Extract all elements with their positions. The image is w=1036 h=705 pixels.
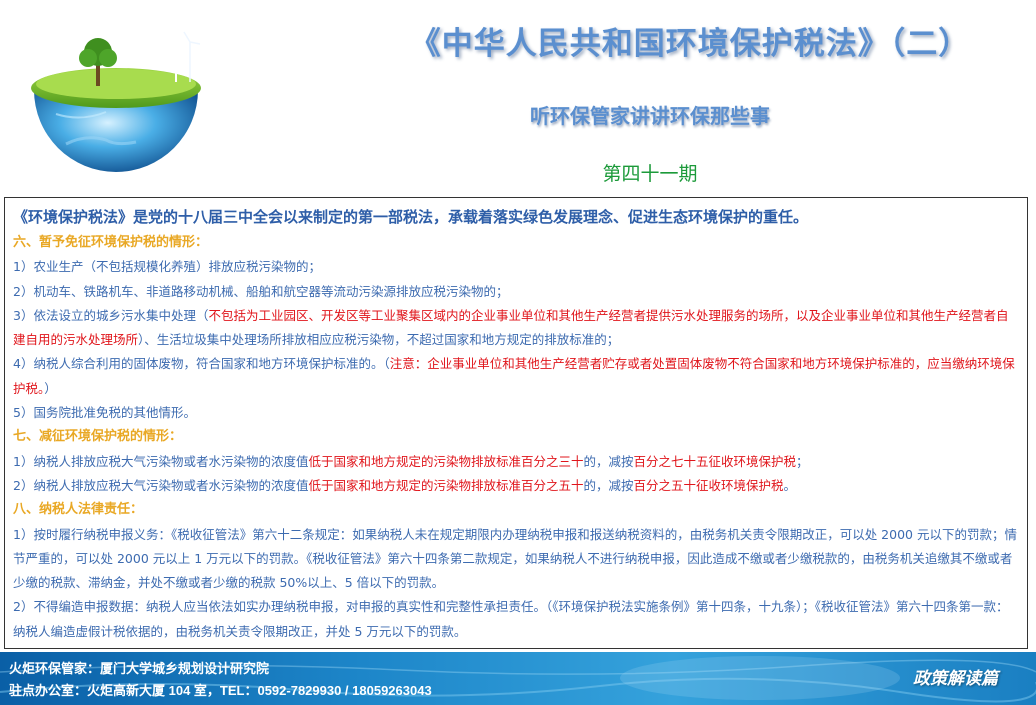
footer-category-tag: 政策解读篇 [913, 669, 998, 689]
list-item: 3）依法设立的城乡污水集中处理（不包括为工业园区、开发区等工业聚集区域内的企业事… [13, 304, 1019, 353]
item-highlight: 百分之五十征收环境保护税 [633, 477, 784, 493]
item-text: ）、生活垃圾集中处理场所排放相应应税污染物，不超过国家和地方规定的排放标准的； [138, 332, 620, 348]
list-item: 2）纳税人排放应税大气污染物或者水污染物的浓度值低于国家和地方规定的污染物排放标… [13, 474, 1019, 498]
item-highlight: 低于国家和地方规定的污染物排放标准百分之三十 [308, 453, 584, 469]
earth-globe-icon [31, 7, 201, 172]
item-text: 2）纳税人排放应税大气污染物或者水污染物的浓度值 [13, 477, 309, 493]
header: 《中华人民共和国环境保护税法》（二） 听环保管家讲讲环保那些事 第四十一期 [0, 0, 1036, 197]
item-text: ） [44, 380, 57, 396]
item-highlight: 低于国家和地方规定的污染物排放标准百分之五十 [308, 477, 584, 493]
footer-contact: 驻点办公室：火炬高新大厦 104 室，TEL：0592-7829930 / 18… [9, 683, 432, 698]
footer-banner: 火炬环保管家：厦门大学城乡规划设计研究院 驻点办公室：火炬高新大厦 104 室，… [0, 652, 1036, 705]
section-heading-8: 八、纳税人法律责任： [13, 502, 144, 518]
list-item: 4）纳税人综合利用的固体废物，符合国家和地方环境保护标准的。（注意：企业事业单位… [13, 352, 1019, 401]
footer-organization: 火炬环保管家：厦门大学城乡规划设计研究院 [9, 661, 270, 676]
section-heading-6: 六、暂予免征环境保护税的情形： [13, 235, 209, 250]
list-item: 1）纳税人排放应税大气污染物或者水污染物的浓度值低于国家和地方规定的污染物排放标… [13, 450, 1019, 474]
lead-paragraph: 《环境保护税法》是党的十八届三中全会以来制定的第一部税法，承载着落实绿色发展理念… [13, 208, 809, 226]
item-text: 1）纳税人排放应税大气污染物或者水污染物的浓度值 [13, 453, 309, 469]
item-highlight: 百分之七十五征收环境保护税 [633, 453, 797, 469]
list-item: 1）农业生产（不包括规模化养殖）排放应税污染物的； [13, 259, 321, 275]
list-item: 2）不得编造申报数据：纳税人应当依法如实办理纳税申报，对申报的真实性和完整性承担… [13, 599, 1009, 639]
item-text: ； [796, 453, 809, 469]
content-box: 《环境保护税法》是党的十八届三中全会以来制定的第一部税法，承载着落实绿色发展理念… [4, 197, 1028, 649]
list-item: 5）国务院批准免税的其他情形。 [13, 405, 196, 421]
item-text: 的，减按 [583, 453, 634, 469]
item-text: 的，减按 [583, 477, 634, 493]
item-text: 4）纳税人综合利用的固体废物，符合国家和地方环境保护标准的。（ [13, 356, 390, 372]
item-text: 。 [783, 477, 797, 493]
page-title: 《中华人民共和国环境保护税法》（二） [409, 26, 971, 62]
issue-number: 第四十一期 [602, 163, 698, 185]
page-subtitle: 听环保管家讲讲环保那些事 [530, 104, 770, 128]
item-text: 3）依法设立的城乡污水集中处理（ [13, 307, 209, 323]
list-item: 1）按时履行纳税申报义务：《税收征管法》第六十二条规定：如果纳税人未在规定期限内… [13, 526, 1017, 591]
list-item: 2）机动车、铁路机车、非道路移动机械、船舶和航空器等流动污染源排放应税污染物的； [13, 283, 509, 299]
section-heading-7: 七、减征环境保护税的情形： [13, 429, 183, 445]
